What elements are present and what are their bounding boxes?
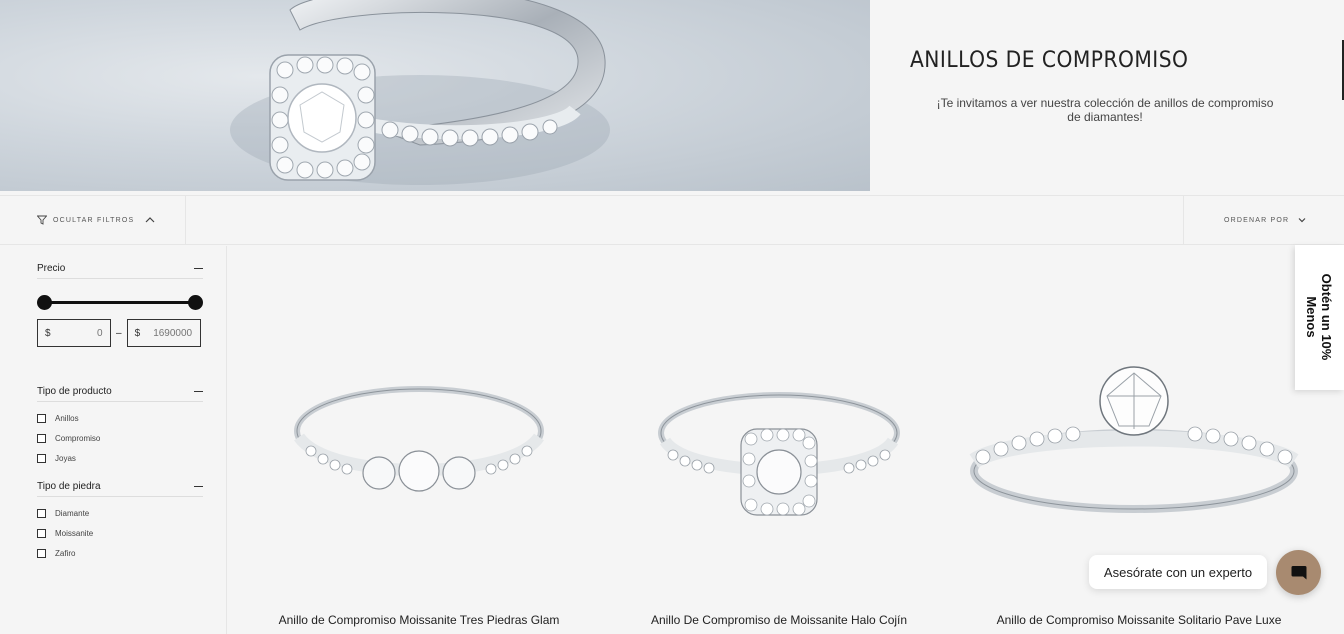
option-label: Anillos <box>55 413 79 423</box>
chat-button[interactable] <box>1276 550 1321 595</box>
checkbox[interactable] <box>37 548 46 558</box>
product-card[interactable]: Anillo De Compromiso de Moissanite Halo … <box>599 246 959 634</box>
hero-ring-image <box>0 0 870 191</box>
price-inputs: $ – $ <box>37 319 203 347</box>
page-title: ANILLOS DE COMPROMISO <box>910 48 1189 73</box>
funnel-icon <box>37 215 47 225</box>
checkbox[interactable] <box>37 528 46 538</box>
sort-dropdown[interactable]: ORDENAR POR <box>1183 196 1344 244</box>
price-max-input[interactable] <box>140 327 193 339</box>
promo-text: Obtén un 10% Menos <box>1304 273 1334 361</box>
collapse-icon[interactable] <box>194 267 203 270</box>
stone-type-filter: Tipo de piedra Diamante Moissanite Zafir… <box>37 481 203 563</box>
product-type-filter: Tipo de producto Anillos Compromiso Joya… <box>37 386 203 468</box>
stone-type-header[interactable]: Tipo de piedra <box>37 481 203 497</box>
product-title[interactable]: Anillo De Compromiso de Moissanite Halo … <box>599 613 959 627</box>
price-range-track <box>45 301 195 304</box>
product-type-header[interactable]: Tipo de producto <box>37 386 203 402</box>
filter-option-anillos[interactable]: Anillos <box>37 408 203 428</box>
product-image[interactable] <box>959 351 1319 551</box>
price-filter-header[interactable]: Precio <box>37 263 203 279</box>
product-card[interactable]: Anillo de Compromiso Moissanite Tres Pie… <box>239 246 599 634</box>
chat-expert-label[interactable]: Asesórate con un experto <box>1089 555 1267 589</box>
price-min-handle[interactable] <box>37 295 52 310</box>
product-image[interactable] <box>239 351 599 551</box>
collapse-icon[interactable] <box>194 390 203 393</box>
filters-sidebar: Precio $ – $ Tipo de producto Anillos <box>0 246 227 634</box>
chat-bubble-icon <box>1291 565 1306 579</box>
product-title[interactable]: Anillo de Compromiso Moissanite Solitari… <box>959 613 1319 627</box>
toggle-filters-button[interactable]: OCULTAR FILTROS <box>0 196 186 244</box>
price-range-slider[interactable] <box>37 289 203 315</box>
chevron-up-icon <box>145 217 155 223</box>
option-label: Diamante <box>55 508 90 518</box>
filter-option-zafiro[interactable]: Zafiro <box>37 543 203 563</box>
discount-promo-tab[interactable]: Obtén un 10% Menos <box>1295 245 1344 390</box>
filter-toolbar: OCULTAR FILTROS ORDENAR POR <box>0 195 1344 245</box>
toggle-filters-label: OCULTAR FILTROS <box>53 216 135 224</box>
page-subtitle: ¡Te invitamos a ver nuestra colección de… <box>936 96 1274 124</box>
sort-label: ORDENAR POR <box>1224 216 1290 224</box>
chevron-down-icon <box>1298 218 1306 223</box>
product-type-title: Tipo de producto <box>37 386 112 397</box>
price-min-field[interactable]: $ <box>37 319 111 347</box>
filter-option-joyas[interactable]: Joyas <box>37 448 203 468</box>
checkbox[interactable] <box>37 453 46 463</box>
chat-expert-text: Asesórate con un experto <box>1103 564 1253 580</box>
filter-option-moissanite[interactable]: Moissanite <box>37 523 203 543</box>
option-label: Zafiro <box>55 548 76 558</box>
option-label: Compromiso <box>55 433 101 443</box>
price-min-input[interactable] <box>50 327 103 339</box>
option-label: Moissanite <box>55 528 94 538</box>
price-filter-title: Precio <box>37 263 66 274</box>
hero-banner: ANILLOS DE COMPROMISO ¡Te invitamos a ve… <box>0 0 1344 191</box>
price-max-field[interactable]: $ <box>126 319 201 347</box>
option-label: Joyas <box>55 453 76 463</box>
checkbox[interactable] <box>37 433 46 443</box>
product-title[interactable]: Anillo de Compromiso Moissanite Tres Pie… <box>239 613 599 627</box>
stone-type-title: Tipo de piedra <box>37 481 101 492</box>
filter-option-compromiso[interactable]: Compromiso <box>37 428 203 448</box>
filter-option-diamante[interactable]: Diamante <box>37 503 203 523</box>
price-filter: Precio $ – $ <box>37 263 203 347</box>
hero-text-panel: ANILLOS DE COMPROMISO ¡Te invitamos a ve… <box>870 0 1344 191</box>
product-image[interactable] <box>599 351 959 551</box>
price-separator: – <box>116 327 122 339</box>
checkbox[interactable] <box>37 508 46 518</box>
checkbox[interactable] <box>37 413 46 423</box>
price-max-handle[interactable] <box>188 295 203 310</box>
collapse-icon[interactable] <box>194 485 203 488</box>
